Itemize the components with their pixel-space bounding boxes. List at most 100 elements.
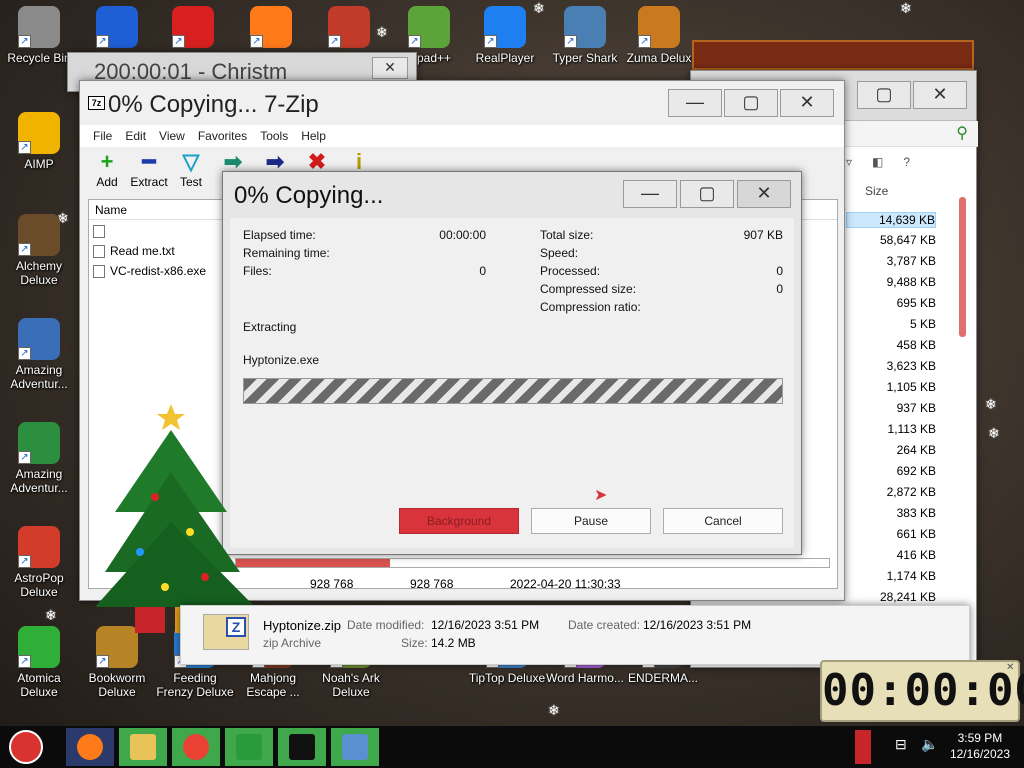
- size-cell[interactable]: 1,174 KB: [846, 569, 936, 583]
- main-progress-bar: [235, 558, 830, 568]
- search-icon[interactable]: ⚲: [956, 123, 968, 143]
- desktop-icon[interactable]: ↗: [232, 6, 310, 51]
- stat-label: Compressed size:: [540, 282, 637, 296]
- close-icon[interactable]: ✕: [372, 57, 408, 79]
- close-button[interactable]: ✕: [780, 89, 834, 117]
- desktop-icon[interactable]: ↗: [154, 6, 232, 51]
- stat-value: 0: [776, 282, 783, 296]
- size-cell[interactable]: 9,488 KB: [846, 275, 936, 289]
- taskbar-app-7zip[interactable]: [278, 728, 326, 766]
- menu-item-help[interactable]: Help: [301, 125, 326, 147]
- tray-decoration: [855, 730, 871, 764]
- size-cell[interactable]: 383 KB: [846, 506, 936, 520]
- 7zip-icon: [289, 734, 315, 760]
- size-cell[interactable]: 937 KB: [846, 401, 936, 415]
- taskbar-app-firefox[interactable]: [66, 728, 114, 766]
- cancel-button[interactable]: Cancel: [663, 508, 783, 534]
- size-cell[interactable]: 28,241 KB: [846, 590, 936, 604]
- file-row[interactable]: Read me.txt: [93, 244, 213, 262]
- desktop-icon[interactable]: ↗ Amazing Adventur...: [0, 318, 78, 391]
- file-name: VC-redist-x86.exe: [110, 264, 207, 278]
- size-cell[interactable]: 14,639 KB: [846, 212, 936, 228]
- maximize-button[interactable]: ▢: [680, 180, 734, 208]
- close-icon[interactable]: ✕: [1006, 662, 1014, 673]
- file-icon: [93, 245, 105, 259]
- size-cell[interactable]: 5 KB: [846, 317, 936, 331]
- file-row[interactable]: VC-redist-x86.exe: [93, 264, 213, 282]
- minimize-button[interactable]: —: [668, 89, 722, 117]
- column-size[interactable]: Size: [865, 184, 888, 198]
- desktop-icon[interactable]: ↗ RealPlayer: [466, 6, 544, 65]
- minimize-button[interactable]: —: [623, 180, 677, 208]
- size-label: Size:: [401, 636, 428, 650]
- size-cell[interactable]: 1,105 KB: [846, 380, 936, 394]
- status-packed: 928 768: [410, 577, 454, 591]
- scrollbar-thumb[interactable]: [959, 197, 966, 337]
- file-row[interactable]: [93, 224, 213, 242]
- app-icon: ↗: [96, 6, 138, 48]
- shortcut-arrow-icon: ↗: [96, 35, 109, 48]
- size-cell[interactable]: 264 KB: [846, 443, 936, 457]
- volume-icon[interactable]: 🔈: [921, 736, 938, 753]
- size-cell[interactable]: 458 KB: [846, 338, 936, 352]
- desktop-icon-label: Typer Shark: [552, 51, 618, 65]
- network-icon[interactable]: ⊟: [895, 736, 907, 753]
- size-cell[interactable]: 3,623 KB: [846, 359, 936, 373]
- photo-frame-widget: [692, 40, 974, 70]
- taskbar-app-file-explorer[interactable]: [119, 728, 167, 766]
- copying-dialog[interactable]: 0% Copying... — ▢ ✕ Elapsed time: 00:00:0…: [222, 171, 802, 555]
- size-cell[interactable]: 661 KB: [846, 527, 936, 541]
- menu-item-edit[interactable]: Edit: [125, 125, 146, 147]
- view-options-icon[interactable]: ▿ ◧ ?: [846, 155, 910, 169]
- desktop-icon-label: Feeding Frenzy Deluxe: [156, 671, 234, 699]
- desktop-icon[interactable]: ↗ AstroPop Deluxe: [0, 526, 78, 599]
- app-icon: ↗: [18, 6, 60, 48]
- size-cell[interactable]: 416 KB: [846, 548, 936, 562]
- system-clock[interactable]: 3:59 PM 12/16/2023: [950, 730, 1010, 762]
- snowflake-decoration: ❄: [548, 702, 560, 718]
- snowflake-decoration: ❄: [985, 396, 997, 412]
- app-icon: ↗: [638, 6, 680, 48]
- maximize-button[interactable]: ▢: [857, 81, 911, 109]
- desktop-icon[interactable]: ↗: [310, 6, 388, 51]
- desktop-icon[interactable]: ↗ Atomica Deluxe: [0, 626, 78, 699]
- size-cell[interactable]: 3,787 KB: [846, 254, 936, 268]
- file-type: zip Archive: [263, 636, 322, 650]
- mouse-cursor: ➤: [594, 487, 608, 504]
- dialog-title: 0% Copying...: [234, 182, 384, 209]
- background-button[interactable]: Background: [399, 508, 519, 534]
- desktop-icon[interactable]: ↗ Alchemy Deluxe: [0, 214, 78, 287]
- desktop-icon-label: Atomica Deluxe: [17, 671, 61, 699]
- start-button[interactable]: [6, 728, 46, 766]
- close-button[interactable]: ✕: [737, 180, 791, 208]
- size-cell[interactable]: 2,872 KB: [846, 485, 936, 499]
- desktop-icon-label: Bookworm Deluxe: [88, 671, 146, 699]
- shortcut-arrow-icon: ↗: [172, 35, 185, 48]
- size-cell[interactable]: 692 KB: [846, 464, 936, 478]
- desktop-icon[interactable]: ↗ AIMP: [0, 112, 78, 171]
- desktop-icon-label: AstroPop Deluxe: [14, 571, 64, 599]
- desktop-icon[interactable]: ↗ Zuma Delux: [620, 6, 698, 65]
- countdown-clock-widget[interactable]: 00:00:00: [820, 660, 1024, 722]
- menu-item-favorites[interactable]: Favorites: [198, 125, 247, 147]
- close-button[interactable]: ✕: [913, 81, 967, 109]
- size-cell[interactable]: 58,647 KB: [846, 233, 936, 247]
- size-cell[interactable]: 695 KB: [846, 296, 936, 310]
- size-cell[interactable]: 1,113 KB: [846, 422, 936, 436]
- maximize-button[interactable]: ▢: [724, 89, 778, 117]
- taskbar-app-chrome[interactable]: [172, 728, 220, 766]
- pause-button[interactable]: Pause: [531, 508, 651, 534]
- desktop-icon[interactable]: ↗: [78, 6, 156, 51]
- shortcut-arrow-icon: ↗: [328, 35, 341, 48]
- taskbar-app-christmas-tree[interactable]: [225, 728, 273, 766]
- column-name[interactable]: Name: [95, 203, 127, 217]
- menu-item-tools[interactable]: Tools: [260, 125, 288, 147]
- desktop-icon-label: AIMP: [24, 157, 54, 171]
- menu-item-file[interactable]: File: [93, 125, 112, 147]
- desktop-icon[interactable]: ↗ Typer Shark: [546, 6, 624, 65]
- date-modified-value: 12/16/2023 3:51 PM: [431, 618, 540, 632]
- menu-bar: File Edit View Favorites Tools Help: [80, 125, 844, 147]
- taskbar-app-computer[interactable]: [331, 728, 379, 766]
- menu-item-view[interactable]: View: [159, 125, 185, 147]
- desktop-icon[interactable]: ↗ Amazing Adventur...: [0, 422, 78, 495]
